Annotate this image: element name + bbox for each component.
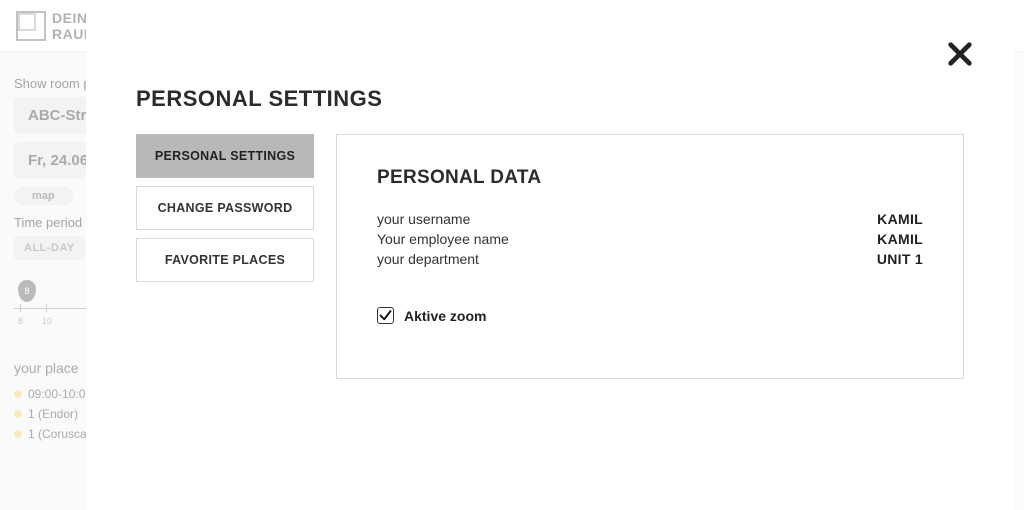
logo-cube-icon <box>16 11 46 41</box>
username-label: your username <box>377 211 470 227</box>
active-zoom-row[interactable]: Aktive zoom <box>377 307 923 324</box>
active-zoom-label: Aktive zoom <box>404 308 486 324</box>
employee-value: KAMIL <box>877 231 923 247</box>
personal-settings-modal: PERSONAL SETTINGS PERSONAL SETTINGS CHAN… <box>86 0 1014 510</box>
timeline-pin[interactable]: 8 <box>18 280 36 302</box>
row-username: your username KAMIL <box>377 211 923 227</box>
row-department: your department UNIT 1 <box>377 251 923 267</box>
nav-change-password[interactable]: CHANGE PASSWORD <box>136 186 314 230</box>
timeline-tick <box>20 304 21 312</box>
panel-title: PERSONAL DATA <box>377 167 923 189</box>
all-day-chip[interactable]: ALL-DAY <box>14 236 85 260</box>
modal-title: PERSONAL SETTINGS <box>136 86 964 112</box>
booking-text: 1 (Endor) <box>28 407 78 421</box>
status-dot-icon <box>14 410 22 418</box>
department-label: your department <box>377 251 479 267</box>
username-value: KAMIL <box>877 211 923 227</box>
employee-label: Your employee name <box>377 231 509 247</box>
close-button[interactable] <box>946 40 974 73</box>
timeline-tick-label: 8 <box>18 316 23 326</box>
check-icon <box>378 308 393 323</box>
department-value: UNIT 1 <box>877 251 923 267</box>
modal-content-panel: PERSONAL DATA your username KAMIL Your e… <box>336 134 964 379</box>
brand-logo: DEIN RAUM <box>16 10 96 42</box>
nav-personal-settings[interactable]: PERSONAL SETTINGS <box>136 134 314 178</box>
active-zoom-checkbox[interactable] <box>377 307 394 324</box>
view-toggle-map[interactable]: map <box>14 187 73 205</box>
nav-favorite-places[interactable]: FAVORITE PLACES <box>136 238 314 282</box>
close-icon <box>946 40 974 68</box>
timeline-tick <box>46 304 47 312</box>
status-dot-icon <box>14 430 22 438</box>
timeline-tick-label: 10 <box>42 316 52 326</box>
status-dot-icon <box>14 390 22 398</box>
row-employee: Your employee name KAMIL <box>377 231 923 247</box>
modal-nav: PERSONAL SETTINGS CHANGE PASSWORD FAVORI… <box>136 134 314 379</box>
